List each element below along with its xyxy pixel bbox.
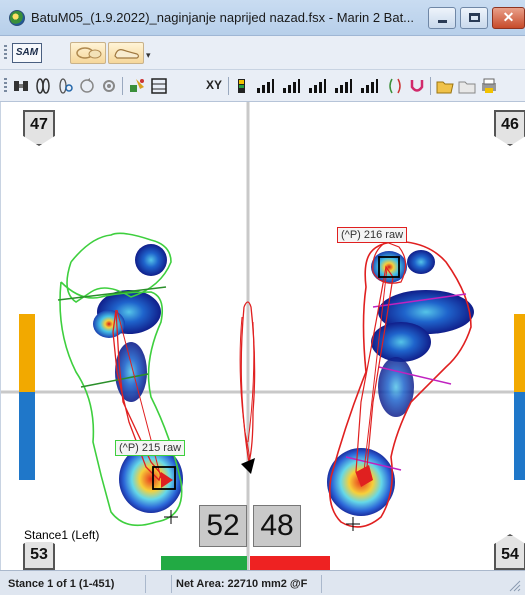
toolbar-primary: SAM ▾ [0,36,525,70]
xy-button[interactable]: XY [206,78,222,92]
right-percentage-box: 48 [253,505,301,547]
close-button[interactable]: ✕ [492,7,525,29]
pressure-canvas [1,102,525,570]
stance-label: Stance1 (Left) [24,528,100,542]
right-side-bar-top [514,314,525,392]
minimize-button[interactable] [428,7,456,29]
sensor-tag-top-right-label: 46 [501,116,519,133]
application-window: BatuM05_(1.9.2022)_naginjanje naprijed n… [0,0,525,595]
left-side-bar-top [19,314,35,392]
folder-open-icon[interactable] [436,77,454,95]
right-peak-label: (^P) 216 raw [337,227,408,243]
folder-icon[interactable] [458,77,476,95]
bars-icon[interactable] [282,77,300,95]
print-icon[interactable] [480,77,498,95]
toolbar-separator [228,77,229,95]
magnet-icon[interactable] [408,77,426,95]
sensor-tag-bottom-right-label: 54 [501,546,519,563]
foot-search-icon[interactable] [56,77,74,95]
toolbar-grip[interactable] [4,45,7,61]
left-balance-bar [161,556,247,570]
right-side-bar-bottom [514,392,525,480]
maximize-button[interactable] [460,7,488,29]
grid-icon[interactable] [150,77,168,95]
bars-icon[interactable] [334,77,352,95]
footprint-magnify-button[interactable] [70,42,106,64]
color-tool-icon[interactable] [128,77,146,95]
bars-icon[interactable] [360,77,378,95]
left-peak-label: (^P) 215 raw [115,440,186,456]
status-spacer [146,575,172,593]
left-percentage-box: 52 [199,505,247,547]
toolbar-grip[interactable] [4,78,7,94]
bars-icon[interactable] [308,77,326,95]
bars-icon[interactable] [256,77,274,95]
toolbar-separator [122,77,123,95]
close-icon: ✕ [502,9,515,25]
shoe-icon [114,49,140,59]
stance-status: Stance 1 of 1 (1-451) [4,575,146,593]
palette-icon[interactable] [234,77,252,95]
brackets-icon[interactable] [386,77,404,95]
right-balance-bar [250,556,330,570]
right-foot-pressure [327,240,474,531]
maximize-icon [469,13,480,22]
resize-grip-icon[interactable] [508,579,522,593]
binoculars-icon[interactable] [12,77,30,95]
toolbar-separator [430,77,431,95]
rotate-icon[interactable] [78,77,96,95]
toolbar-overflow-icon[interactable]: ▾ [146,50,151,61]
sensor-tag-bottom-left-label: 53 [30,546,48,563]
pressure-plot[interactable]: 47 46 53 54 (^P) 215 raw (^P) 216 raw St… [0,102,525,570]
app-icon [9,10,25,26]
shoe-button[interactable] [108,42,144,64]
net-area-status: Net Area: 22710 mm2 @F [172,575,322,593]
foot-pair-icon[interactable] [34,77,52,95]
sam-button[interactable]: SAM [12,43,42,63]
window-title: BatuM05_(1.9.2022)_naginjanje naprijed n… [31,10,415,25]
footprint-magnify-icon [76,47,102,59]
toolbar-secondary: XY [0,70,525,102]
sensor-tag-top-left-label: 47 [30,116,48,133]
minimize-icon [438,20,447,23]
title-bar[interactable]: BatuM05_(1.9.2022)_naginjanje naprijed n… [0,0,525,36]
status-bar: Stance 1 of 1 (1-451) Net Area: 22710 mm… [0,570,525,595]
left-side-bar-bottom [19,392,35,480]
left-foot-pressure [57,232,183,527]
gear-icon[interactable] [100,77,118,95]
